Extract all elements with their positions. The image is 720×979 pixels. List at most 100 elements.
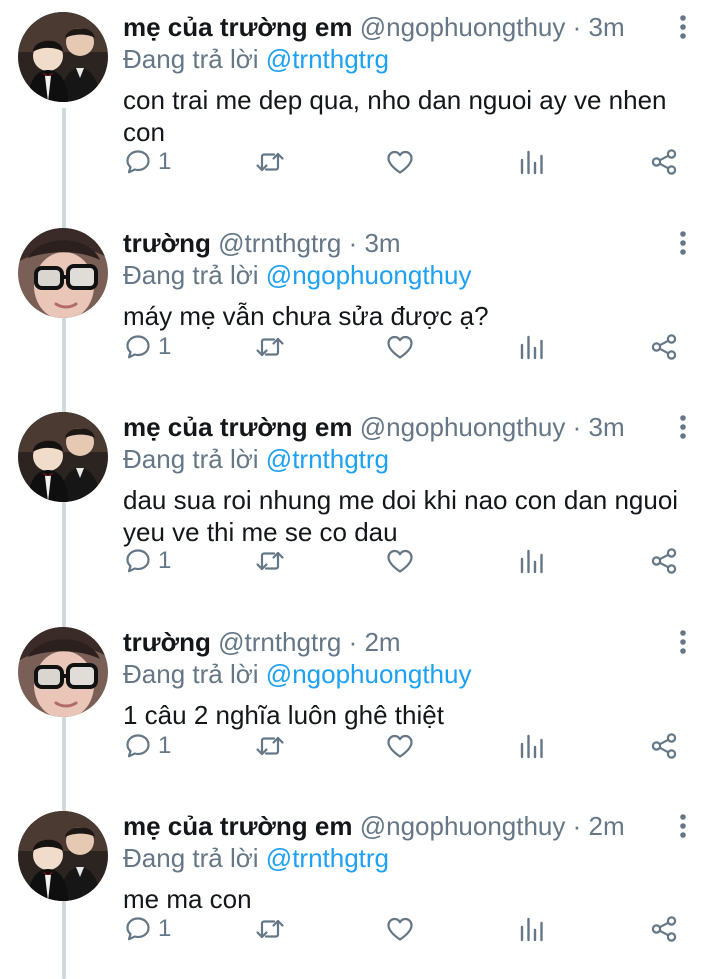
timestamp[interactable]: 3m: [589, 412, 625, 442]
more-vertical-icon: [680, 15, 686, 39]
share-icon: [651, 149, 677, 175]
analytics-button[interactable]: [519, 327, 545, 367]
reply-icon: [126, 549, 150, 573]
reply-icon: [126, 917, 150, 941]
more-vertical-icon: [680, 415, 686, 439]
share-button[interactable]: [650, 726, 678, 766]
reply-count: 1: [158, 547, 172, 574]
like-heart-icon: [387, 335, 413, 359]
analytics-icon: [520, 734, 543, 759]
retweet-icon: [256, 337, 284, 357]
reply-button[interactable]: 1: [124, 142, 171, 182]
replying-to-handle[interactable]: @trnthgtrg: [266, 44, 389, 74]
retweet-button[interactable]: [255, 142, 285, 182]
replying-label: Đang trả lời: [123, 44, 259, 74]
replying-to-handle[interactable]: @trnthgtrg: [266, 843, 389, 873]
analytics-button[interactable]: [519, 726, 545, 766]
more-options-button[interactable]: [670, 412, 696, 442]
more-options-button[interactable]: [670, 811, 696, 841]
avatar[interactable]: [18, 12, 108, 102]
retweet-button[interactable]: [255, 726, 285, 766]
display-name[interactable]: mẹ của trường em: [123, 412, 352, 442]
analytics-icon: [520, 150, 543, 175]
timestamp[interactable]: 2m: [589, 811, 625, 841]
share-button[interactable]: [650, 541, 678, 581]
analytics-button[interactable]: [519, 541, 545, 581]
display-name[interactable]: mẹ của trường em: [123, 12, 352, 42]
display-name[interactable]: mẹ của trường em: [123, 811, 352, 841]
reply-icon: [126, 734, 150, 758]
analytics-button[interactable]: [519, 909, 545, 949]
retweet-button[interactable]: [255, 541, 285, 581]
reply-count: 1: [158, 915, 172, 942]
reply-button[interactable]: 1: [124, 726, 171, 766]
tweet-header: trường @trnthgtrg · 2m: [123, 625, 401, 659]
share-button[interactable]: [650, 909, 678, 949]
like-heart-icon: [387, 734, 413, 758]
replying-label: Đang trả lời: [123, 260, 259, 290]
replying-to: Đang trả lời @trnthgtrg: [123, 442, 389, 476]
avatar[interactable]: [18, 627, 108, 717]
replying-to: Đang trả lời @ngophuongthuy: [123, 258, 471, 292]
reply-thread: mẹ của trường em @ngophuongthuy · 3m Đan…: [0, 0, 720, 979]
replying-to-handle[interactable]: @ngophuongthuy: [266, 260, 472, 290]
analytics-button[interactable]: [519, 142, 545, 182]
retweet-icon: [256, 736, 284, 756]
reply-button[interactable]: 1: [124, 541, 171, 581]
more-options-button[interactable]: [670, 228, 696, 258]
more-options-button[interactable]: [670, 627, 696, 657]
replying-to-handle[interactable]: @ngophuongthuy: [266, 659, 472, 689]
like-button[interactable]: [386, 541, 414, 581]
analytics-icon: [520, 549, 543, 574]
replying-label: Đang trả lời: [123, 843, 259, 873]
timestamp[interactable]: 3m: [364, 228, 400, 258]
replying-label: Đang trả lời: [123, 444, 259, 474]
like-button[interactable]: [386, 142, 414, 182]
handle[interactable]: @ngophuongthuy: [360, 412, 566, 442]
two-boys-avatar-image: [18, 811, 108, 901]
like-button[interactable]: [386, 726, 414, 766]
share-button[interactable]: [650, 327, 678, 367]
separator-dot: ·: [348, 627, 358, 657]
tweet-text: dau sua roi nhung me doi khi nao con dan…: [123, 485, 679, 547]
replying-to-handle[interactable]: @trnthgtrg: [266, 444, 389, 474]
reply-count: 1: [158, 333, 172, 360]
timestamp[interactable]: 2m: [364, 627, 400, 657]
avatar[interactable]: [18, 811, 108, 901]
share-icon: [651, 916, 677, 942]
like-heart-icon: [387, 150, 413, 174]
handle[interactable]: @ngophuongthuy: [360, 12, 566, 42]
avatar[interactable]: [18, 228, 108, 318]
retweet-icon: [256, 152, 284, 172]
share-icon: [651, 548, 677, 574]
more-vertical-icon: [680, 231, 686, 255]
reply-button[interactable]: 1: [124, 909, 171, 949]
glasses-person-avatar-image: [18, 627, 108, 717]
replying-to: Đang trả lời @trnthgtrg: [123, 42, 389, 76]
share-button[interactable]: [650, 142, 678, 182]
display-name[interactable]: trường: [123, 228, 211, 258]
like-button[interactable]: [386, 909, 414, 949]
reply-button[interactable]: 1: [124, 327, 171, 367]
share-icon: [651, 334, 677, 360]
avatar[interactable]: [18, 412, 108, 502]
display-name[interactable]: trường: [123, 627, 211, 657]
handle[interactable]: @ngophuongthuy: [360, 811, 566, 841]
timestamp[interactable]: 3m: [589, 12, 625, 42]
glasses-person-avatar-image: [18, 228, 108, 318]
replying-to: Đang trả lời @trnthgtrg: [123, 841, 389, 875]
like-button[interactable]: [386, 327, 414, 367]
retweet-icon: [256, 551, 284, 571]
like-heart-icon: [387, 917, 413, 941]
tweet-header: mẹ của trường em @ngophuongthuy · 3m: [123, 410, 625, 444]
reply-count: 1: [158, 732, 172, 759]
retweet-button[interactable]: [255, 909, 285, 949]
retweet-button[interactable]: [255, 327, 285, 367]
replying-label: Đang trả lời: [123, 659, 259, 689]
tweet-text: con trai me dep qua, nho dan nguoi ay ve…: [123, 85, 667, 147]
handle[interactable]: @trnthgtrg: [218, 228, 341, 258]
share-icon: [651, 733, 677, 759]
handle[interactable]: @trnthgtrg: [218, 627, 341, 657]
more-options-button[interactable]: [670, 12, 696, 42]
retweet-icon: [256, 919, 284, 939]
